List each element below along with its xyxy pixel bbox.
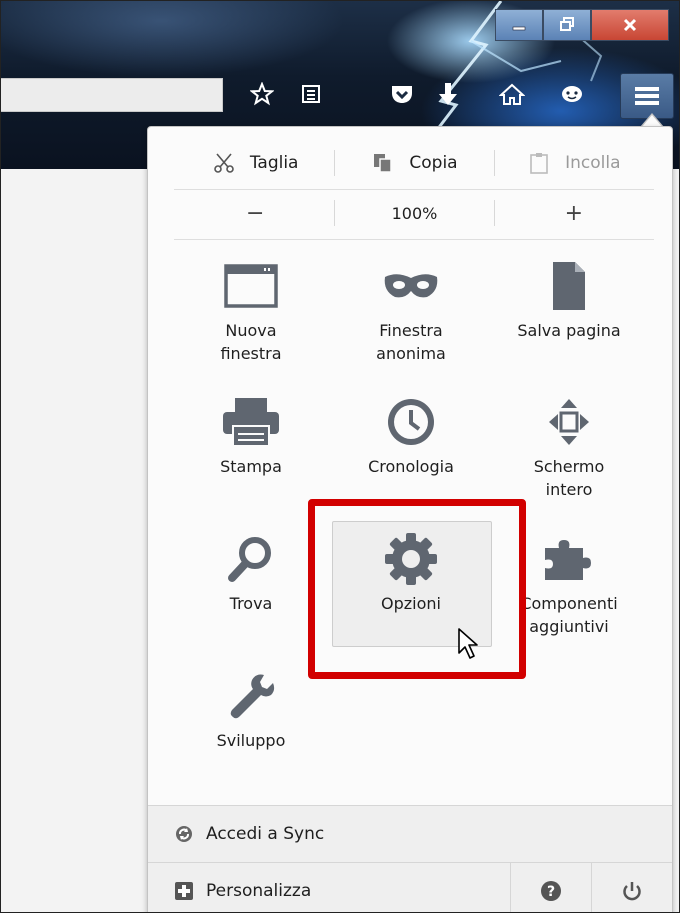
download-icon[interactable] [431, 77, 465, 111]
developer-button[interactable]: Sviluppo [181, 663, 321, 752]
zoom-value: 100% [391, 203, 438, 223]
bottom-row: Personalizza ? [148, 862, 672, 912]
customize-button[interactable]: Personalizza [148, 881, 311, 901]
printer-icon [181, 389, 321, 455]
private-window-label-line2: anonima [376, 344, 446, 363]
svg-text:?: ? [547, 884, 555, 900]
new-window-button[interactable]: Nuova finestra [181, 253, 321, 365]
zoom-controls: − 100% + [176, 191, 653, 235]
browser-window: Taglia Copia Incolla − 100% + Accedi a S… [0, 0, 680, 913]
history-button[interactable]: Cronologia [341, 389, 481, 478]
mouse-cursor-icon [458, 628, 478, 659]
maximize-button[interactable] [543, 9, 591, 41]
hamburger-menu-icon [635, 87, 659, 105]
cut-label: Taglia [249, 153, 299, 173]
window-controls [495, 9, 669, 41]
new-window-icon [181, 253, 321, 319]
scissors-icon [214, 153, 234, 173]
edit-controls: Taglia Copia Incolla [176, 141, 653, 185]
paste-icon [530, 153, 548, 174]
zoom-reset-button[interactable]: 100% [335, 204, 493, 223]
cut-button[interactable]: Taglia [176, 151, 334, 175]
sync-label: Accedi a Sync [206, 824, 325, 844]
save-page-button[interactable]: Salva pagina [499, 253, 639, 342]
bookmark-star-icon[interactable] [245, 77, 279, 111]
paste-button[interactable]: Incolla [495, 151, 653, 175]
restore-icon [560, 17, 574, 31]
help-button[interactable]: ? [510, 863, 591, 912]
save-page-icon [499, 253, 639, 319]
reading-list-icon[interactable] [294, 77, 328, 111]
pocket-icon[interactable] [385, 77, 419, 111]
divider [174, 239, 654, 240]
sync-button[interactable]: Accedi a Sync [148, 824, 324, 844]
power-icon [623, 881, 641, 900]
customize-label: Personalizza [206, 880, 312, 901]
wrench-icon [181, 663, 321, 729]
copy-icon [374, 154, 393, 173]
fullscreen-label-line2: intero [545, 480, 593, 499]
close-icon [623, 18, 637, 32]
zoom-in-button[interactable]: + [495, 201, 653, 226]
print-button[interactable]: Stampa [181, 389, 321, 478]
history-clock-icon [341, 389, 481, 455]
close-button[interactable] [591, 9, 669, 41]
minimize-icon [512, 26, 526, 31]
print-label: Stampa [220, 457, 282, 476]
developer-label: Sviluppo [216, 731, 286, 750]
history-label: Cronologia [368, 457, 454, 476]
home-icon[interactable] [495, 77, 529, 111]
save-page-label-line1: Salva pagina [517, 321, 621, 340]
new-window-label-line2: finestra [220, 344, 282, 363]
plus-box-icon [175, 881, 193, 900]
help-icon: ? [541, 880, 561, 901]
find-label: Trova [229, 594, 273, 613]
copy-button[interactable]: Copia [335, 151, 493, 175]
search-icon [181, 526, 321, 592]
sync-row[interactable]: Accedi a Sync [148, 805, 672, 862]
highlight-box [308, 499, 526, 679]
fullscreen-button[interactable]: Schermo intero [499, 389, 639, 501]
quit-button[interactable] [591, 863, 672, 912]
sync-icon [176, 826, 192, 842]
private-mask-icon [341, 253, 481, 319]
zoom-out-label: − [245, 200, 265, 226]
copy-label: Copia [409, 153, 458, 173]
fullscreen-icon [499, 389, 639, 455]
new-window-label-line1: Nuova [225, 321, 277, 340]
private-window-button[interactable]: Finestra anonima [341, 253, 481, 365]
divider [174, 189, 654, 190]
fullscreen-label-line1: Schermo [533, 457, 605, 476]
private-window-label-line1: Finestra [379, 321, 443, 340]
zoom-in-label: + [564, 200, 584, 226]
find-button[interactable]: Trova [181, 526, 321, 615]
chat-icon[interactable] [555, 77, 589, 111]
minimize-button[interactable] [495, 9, 543, 41]
paste-label: Incolla [565, 153, 621, 173]
url-bar[interactable] [1, 78, 223, 112]
zoom-out-button[interactable]: − [176, 201, 334, 226]
